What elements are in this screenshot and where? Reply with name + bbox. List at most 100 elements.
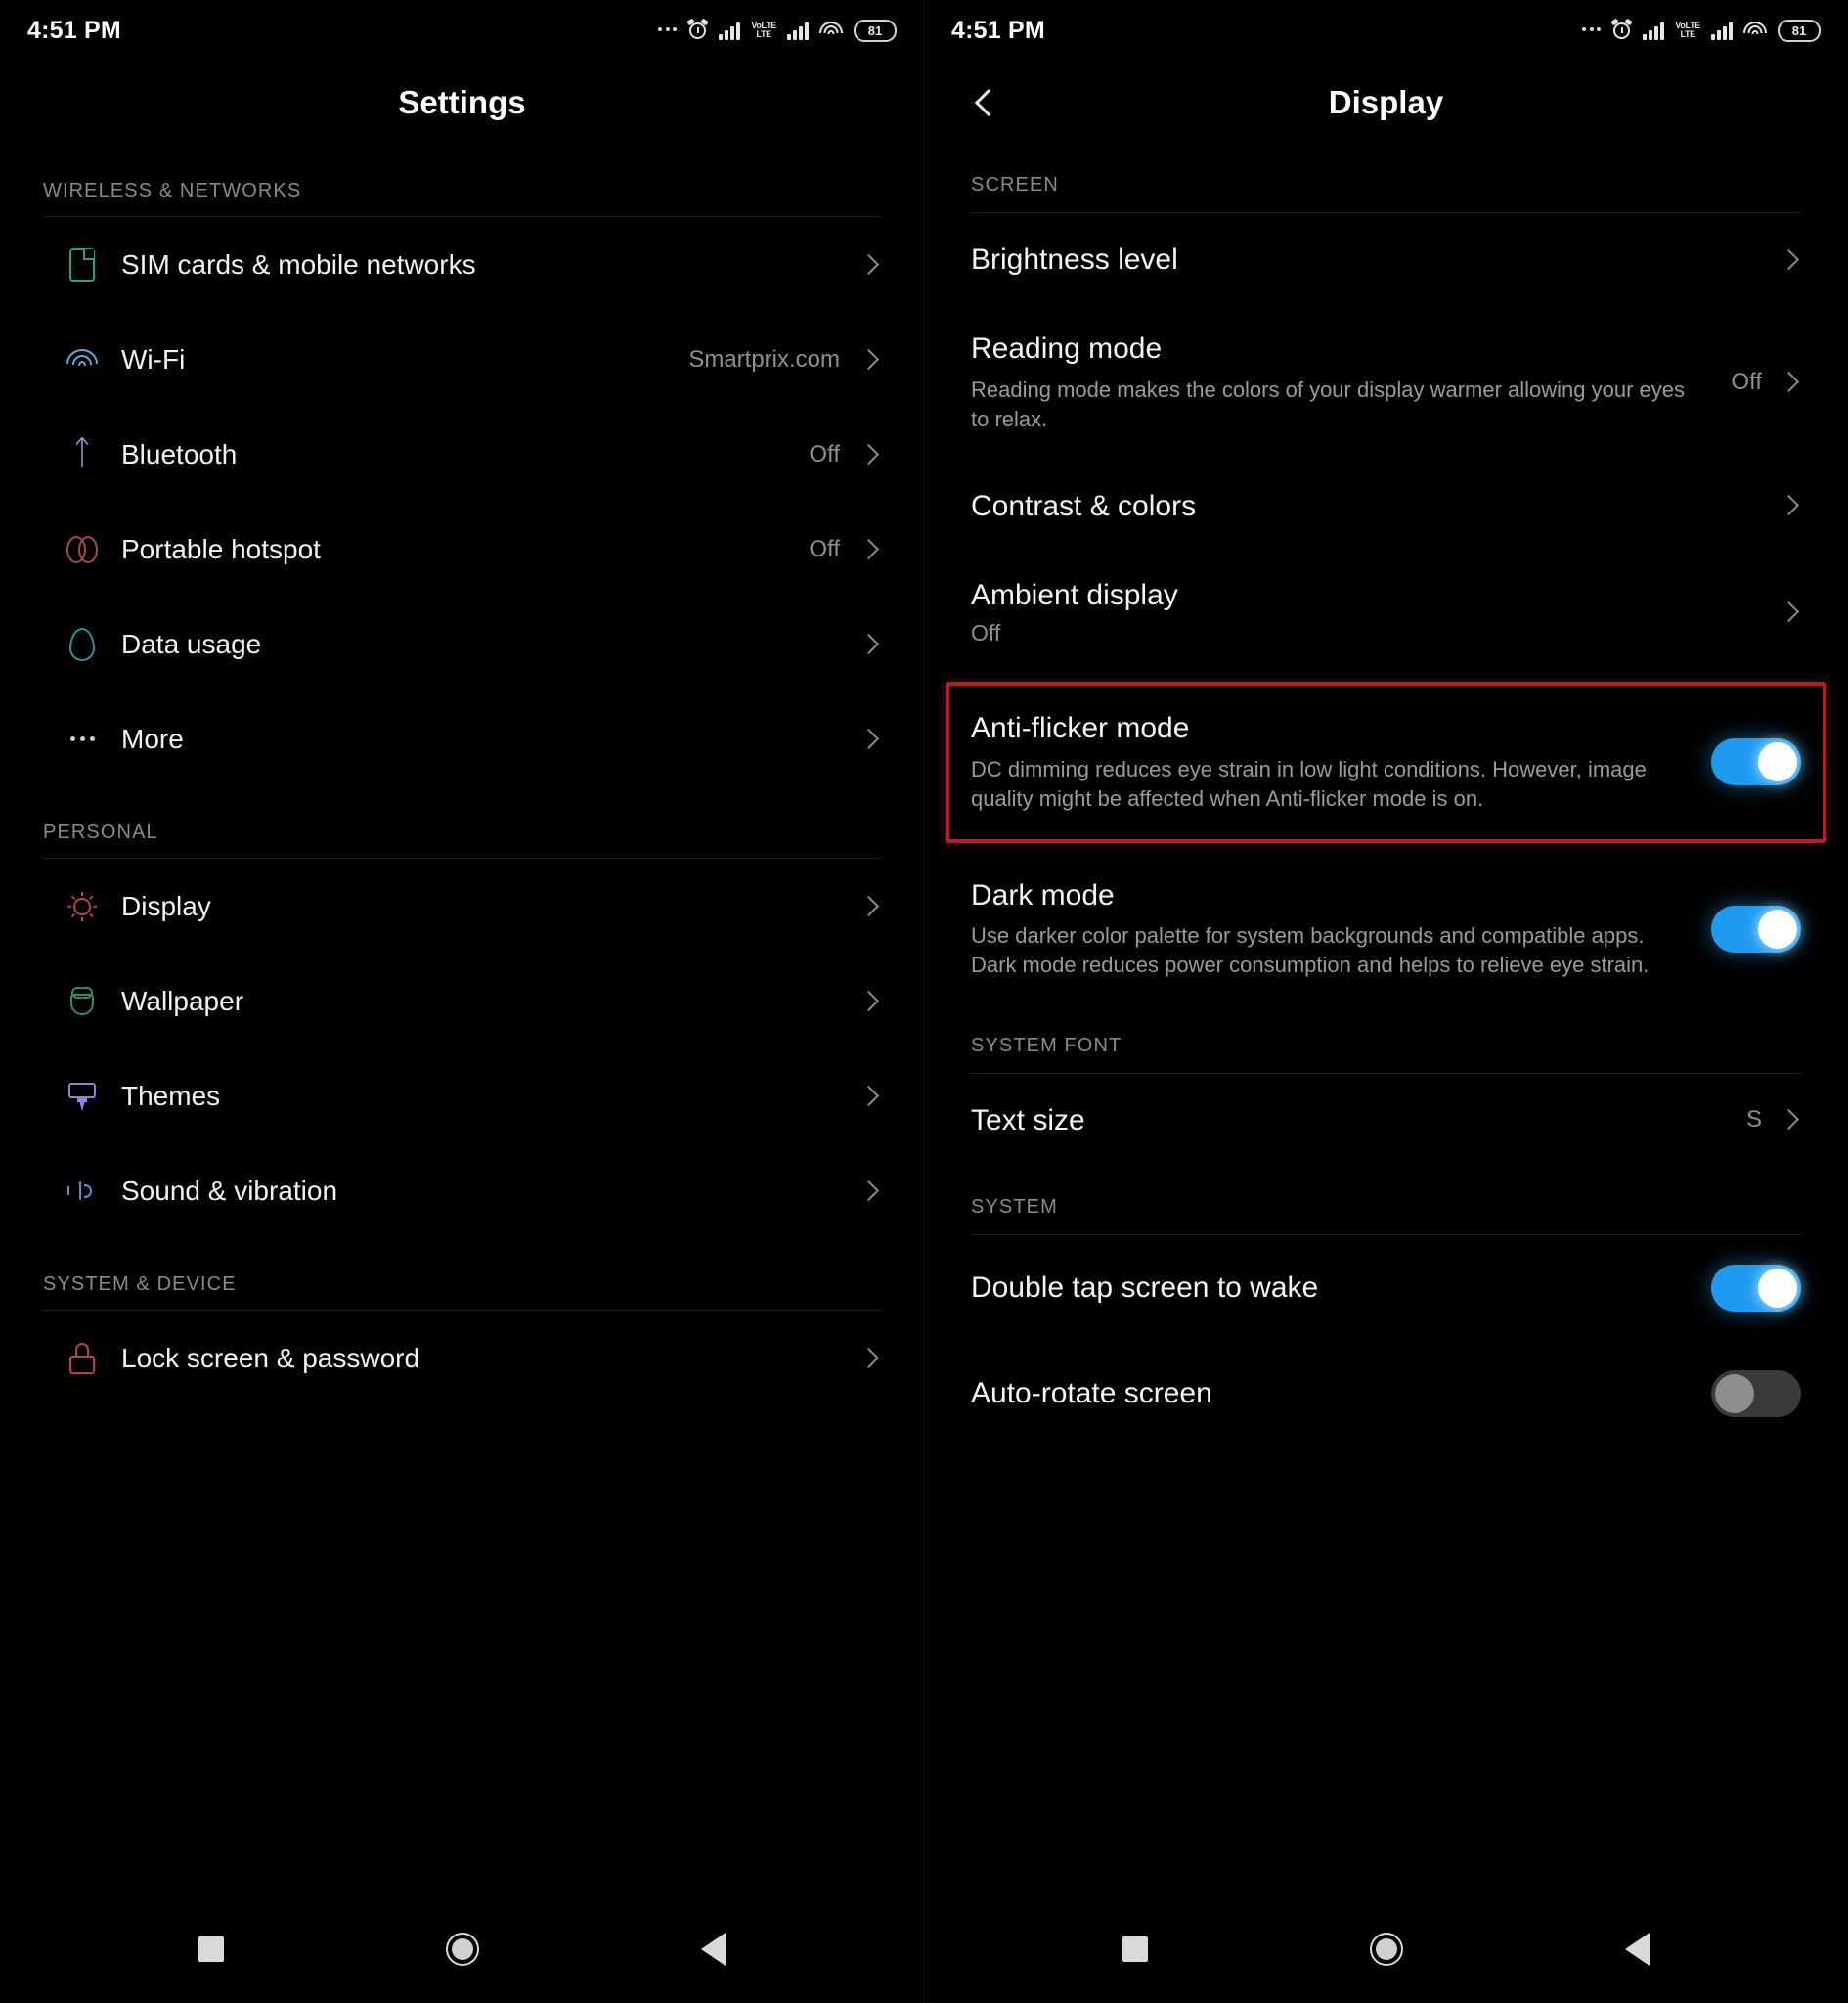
status-time: 4:51 PM xyxy=(27,16,121,44)
square-recents-icon[interactable] xyxy=(1122,1936,1149,1962)
setting-row-anti-flicker-mode[interactable]: Anti-flicker mode DC dimming reduces eye… xyxy=(971,686,1801,838)
dark-mode-toggle[interactable] xyxy=(1711,905,1801,953)
list-item-label: Bluetooth xyxy=(121,438,238,469)
lte-label: LTE xyxy=(756,29,771,39)
chevron-left-icon[interactable] xyxy=(971,90,996,115)
sidebar-item-bluetooth[interactable]: ᛏ Bluetooth Off xyxy=(43,407,881,502)
auto-rotate-toggle[interactable] xyxy=(1711,1370,1801,1418)
row-title: Auto-rotate screen xyxy=(971,1377,1212,1410)
display-settings-screen: 4:51 PM VoLTE LTE 81 Display SCREEN Brig… xyxy=(924,0,1848,2003)
list-item-label: Lock screen & password xyxy=(121,1342,420,1373)
row-description: DC dimming reduces eye strain in low lig… xyxy=(971,756,1647,811)
row-text: Dark mode Use darker color palette for s… xyxy=(971,878,1711,980)
status-bar-right: 4:51 PM VoLTE LTE 81 xyxy=(924,0,1848,61)
row-text: Reading mode Reading mode makes the colo… xyxy=(971,332,1731,433)
row-title: Ambient display xyxy=(971,578,1178,611)
wifi-icon xyxy=(1743,21,1767,40)
speaker-icon xyxy=(43,1178,121,1205)
signal-bars-icon xyxy=(1643,21,1665,40)
anti-flicker-highlight-box: Anti-flicker mode DC dimming reduces eye… xyxy=(946,682,1826,843)
section-label-screen: SCREEN xyxy=(971,174,1059,196)
chevron-right-icon xyxy=(861,1183,877,1199)
more-dots-icon xyxy=(43,736,121,741)
list-item-label: Data usage xyxy=(121,628,262,659)
row-title: Anti-flicker mode xyxy=(971,712,1190,745)
alarm-clock-icon xyxy=(686,18,710,41)
sidebar-item-wifi[interactable]: Wi-Fi Smartprix.com xyxy=(43,312,881,407)
list-item-label: Themes xyxy=(121,1080,221,1111)
sidebar-item-sound-vibration[interactable]: Sound & vibration xyxy=(43,1143,881,1238)
brightness-icon xyxy=(43,891,121,921)
setting-row-brightness-level[interactable]: Brightness level xyxy=(971,213,1801,306)
section-label-system: SYSTEM xyxy=(971,1196,1058,1219)
paint-brush-icon xyxy=(43,1080,121,1113)
setting-row-text-size[interactable]: Text size S xyxy=(971,1074,1801,1167)
list-item-label: Wallpaper xyxy=(121,985,244,1016)
settings-list: WIRELESS & NETWORKS SIM cards & mobile n… xyxy=(0,145,924,1405)
setting-row-double-tap-wake[interactable]: Double tap screen to wake xyxy=(971,1235,1801,1341)
row-description: Reading mode makes the colors of your di… xyxy=(971,377,1686,431)
row-text: Brightness level xyxy=(971,243,1782,277)
row-value: S xyxy=(1745,1106,1762,1134)
chevron-right-icon xyxy=(1782,498,1797,513)
section-label-wireless: WIRELESS & NETWORKS xyxy=(43,180,302,201)
chevron-right-icon xyxy=(861,1351,877,1366)
chevron-right-icon xyxy=(1782,375,1797,390)
sidebar-item-data-usage[interactable]: Data usage xyxy=(43,597,881,691)
row-value: Off xyxy=(1731,369,1762,396)
sidebar-item-portable-hotspot[interactable]: Portable hotspot Off xyxy=(43,502,881,597)
list-item-value: Off xyxy=(809,535,840,562)
circle-home-icon[interactable] xyxy=(445,1933,479,1966)
chevron-right-icon xyxy=(861,637,877,652)
sidebar-item-sim-cards[interactable]: SIM cards & mobile networks xyxy=(43,217,881,312)
sidebar-item-lock-screen[interactable]: Lock screen & password xyxy=(43,1311,881,1405)
alarm-clock-icon xyxy=(1610,18,1634,41)
more-dots-icon xyxy=(658,26,678,34)
row-title: Double tap screen to wake xyxy=(971,1271,1319,1305)
wifi-icon xyxy=(43,348,121,372)
row-text: Ambient display Off xyxy=(971,578,1782,646)
setting-row-contrast-colors[interactable]: Contrast & colors xyxy=(971,460,1801,553)
chevron-right-icon xyxy=(861,994,877,1009)
more-dots-icon xyxy=(1582,26,1602,34)
battery-icon: 81 xyxy=(1778,19,1821,42)
list-item-label: Wi-Fi xyxy=(121,343,186,375)
setting-row-auto-rotate[interactable]: Auto-rotate screen xyxy=(971,1341,1801,1447)
battery-icon: 81 xyxy=(854,19,897,42)
row-text: Text size xyxy=(971,1103,1746,1137)
navigation-bar-left xyxy=(0,1895,924,2003)
triangle-back-icon[interactable] xyxy=(1624,1933,1650,1966)
lock-icon xyxy=(43,1342,121,1374)
page-title: Settings xyxy=(398,84,526,120)
signal-bars-2-icon xyxy=(1711,21,1733,40)
setting-row-reading-mode[interactable]: Reading mode Reading mode makes the colo… xyxy=(971,306,1801,459)
row-title: Brightness level xyxy=(971,244,1178,276)
triangle-back-icon[interactable] xyxy=(700,1933,726,1966)
setting-row-ambient-display[interactable]: Ambient display Off xyxy=(971,553,1801,672)
sidebar-item-themes[interactable]: Themes xyxy=(43,1048,881,1143)
list-item-value: Smartprix.com xyxy=(688,345,840,373)
row-title: Text size xyxy=(971,1103,1085,1136)
sidebar-item-more[interactable]: More xyxy=(43,691,881,786)
signal-bars-icon xyxy=(719,21,741,40)
navigation-bar-right xyxy=(924,1895,1848,2003)
volte-lte-icon: VoLTE LTE xyxy=(751,20,776,41)
list-item-label: Sound & vibration xyxy=(121,1175,338,1206)
chevron-right-icon xyxy=(861,352,877,368)
section-label-system-device: SYSTEM & DEVICE xyxy=(43,1273,237,1295)
chevron-right-icon xyxy=(861,447,877,463)
setting-row-dark-mode[interactable]: Dark mode Use darker color palette for s… xyxy=(971,853,1801,1005)
circle-home-icon[interactable] xyxy=(1369,1933,1403,1966)
wifi-icon xyxy=(819,21,843,40)
water-drop-icon xyxy=(43,627,121,661)
anti-flicker-toggle[interactable] xyxy=(1711,738,1801,786)
chevron-right-icon xyxy=(1782,252,1797,268)
sidebar-item-display[interactable]: Display xyxy=(43,859,881,954)
square-recents-icon[interactable] xyxy=(198,1936,225,1962)
settings-screen: 4:51 PM VoLTE LTE 81 Settings WIRELESS &… xyxy=(0,0,924,2003)
sidebar-item-wallpaper[interactable]: Wallpaper xyxy=(43,954,881,1048)
double-tap-wake-toggle[interactable] xyxy=(1711,1265,1801,1313)
row-title: Dark mode xyxy=(971,878,1115,912)
status-time: 4:51 PM xyxy=(951,16,1045,44)
list-item-label: Display xyxy=(121,890,211,921)
